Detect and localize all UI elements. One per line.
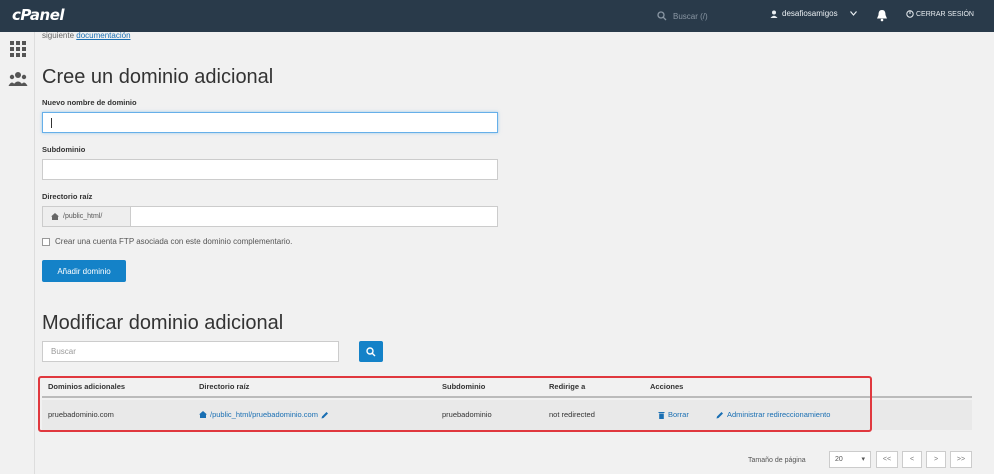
home-icon [51, 213, 59, 220]
modify-addon-domain-title: Modificar dominio adicional [42, 312, 284, 334]
search-icon [366, 346, 376, 356]
new-domain-input[interactable] [42, 112, 498, 133]
global-search-placeholder: Buscar (/) [673, 11, 708, 21]
chevron-down-icon: ▾ [861, 456, 865, 463]
text-caret [51, 118, 52, 128]
prev-page-button[interactable]: < [902, 451, 922, 468]
logout-button[interactable]: CERRAR SESIÓN [906, 10, 974, 18]
page-size-select[interactable]: 20 ▾ [829, 451, 871, 468]
notifications-bell-icon[interactable] [876, 9, 888, 22]
last-page-button[interactable]: >> [950, 451, 972, 468]
domain-search-placeholder: Buscar [51, 347, 76, 356]
ftp-account-option[interactable]: Crear una cuenta FTP asociada con este d… [42, 237, 292, 246]
left-sidebar [0, 32, 35, 474]
apps-grid-icon[interactable] [8, 40, 28, 58]
global-search[interactable]: Buscar (/) [657, 6, 752, 26]
search-icon [657, 11, 667, 21]
first-page-button[interactable]: << [876, 451, 898, 468]
create-addon-domain-title: Cree un dominio adicional [42, 66, 274, 88]
row-highlight-box [38, 376, 872, 432]
ftp-account-checkbox[interactable] [42, 237, 50, 246]
cpanel-logo[interactable]: cPanel [12, 6, 65, 24]
docroot-prefix: /public_html/ [63, 213, 103, 220]
user-icon [770, 10, 778, 18]
top-navbar: cPanel Buscar (/) desafiosamigos CERRAR … [0, 0, 994, 32]
users-icon[interactable] [8, 70, 28, 88]
next-page-button[interactable]: > [926, 451, 946, 468]
intro-text-prefix: siguiente [42, 31, 75, 40]
domain-search-input[interactable]: Buscar [42, 341, 339, 362]
subdomain-label: Subdominio [42, 145, 86, 154]
subdomain-input[interactable] [42, 159, 498, 180]
ftp-account-label: Crear una cuenta FTP asociada con este d… [55, 237, 293, 246]
page-size-label: Tamaño de página [748, 457, 806, 464]
documentation-link[interactable]: documentación [76, 31, 130, 40]
add-domain-button[interactable]: Añadir dominio [42, 260, 126, 282]
user-menu[interactable]: desafiosamigos [770, 9, 857, 18]
logout-label: CERRAR SESIÓN [916, 10, 974, 18]
docroot-prefix-addon: /public_html/ [43, 207, 131, 226]
page-size-value: 20 [835, 456, 843, 463]
search-button[interactable] [359, 341, 383, 362]
intro-text: siguiente documentación [42, 31, 131, 40]
new-domain-label: Nuevo nombre de dominio [42, 98, 137, 107]
username: desafiosamigos [782, 9, 838, 18]
logout-icon [906, 10, 914, 18]
docroot-label: Directorio raíz [42, 192, 93, 201]
chevron-down-icon [849, 11, 857, 16]
docroot-input[interactable]: /public_html/ [42, 206, 498, 227]
